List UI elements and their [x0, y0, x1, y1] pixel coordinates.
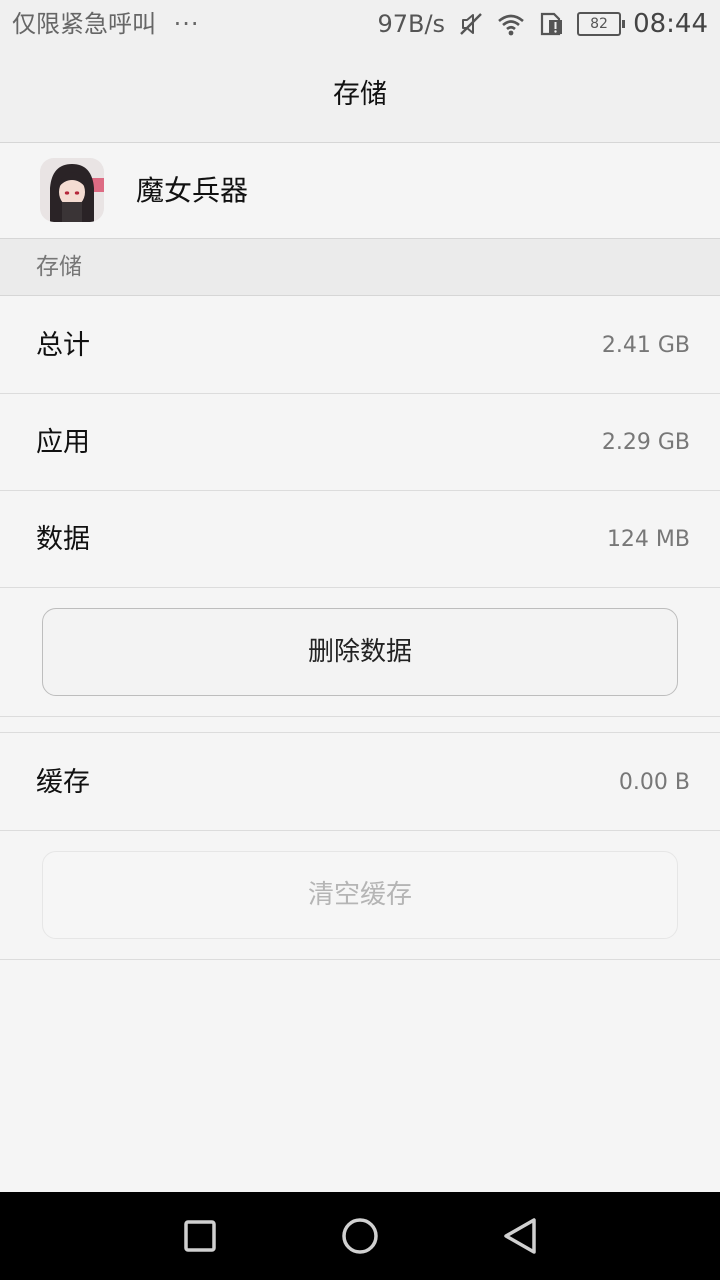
recents-icon[interactable] [176, 1212, 224, 1260]
more-notifications-icon: ··· [173, 10, 200, 38]
app-icon-art [40, 158, 104, 222]
back-icon[interactable] [496, 1212, 544, 1260]
row-value: 0.00 B [618, 770, 690, 795]
net-speed: 97B/s [377, 10, 446, 38]
delete-data-button[interactable]: 删除数据 [42, 608, 678, 696]
status-left: 仅限紧急呼叫 ··· [12, 8, 200, 40]
section-header-label: 存储 [36, 254, 82, 280]
battery-level: 82 [590, 16, 608, 32]
delete-data-area: 删除数据 [0, 588, 720, 717]
row-label: 总计 [36, 330, 90, 361]
app-name: 魔女兵器 [136, 174, 249, 207]
row-data: 数据 124 MB [0, 491, 720, 588]
app-icon [40, 158, 104, 222]
row-label: 缓存 [36, 767, 90, 798]
row-value: 124 MB [606, 527, 690, 552]
row-label: 应用 [36, 427, 90, 458]
row-value: 2.29 GB [601, 430, 690, 455]
sim-alert-icon [540, 12, 563, 36]
row-cache: 缓存 0.00 B [0, 734, 720, 831]
row-label: 数据 [36, 524, 90, 555]
clear-cache-button[interactable]: 清空缓存 [42, 851, 678, 939]
navigation-bar [0, 1192, 720, 1280]
row-value: 2.41 GB [601, 333, 690, 358]
clock: 08:44 [633, 9, 708, 39]
section-header-storage: 存储 [0, 239, 720, 296]
page-title: 存储 [0, 48, 720, 143]
storage-screen: 仅限紧急呼叫 ··· 97B/s 82 08:44 存储 魔女兵器 存储 总计 … [0, 0, 720, 1280]
row-total: 总计 2.41 GB [0, 297, 720, 394]
wifi-icon [498, 14, 524, 36]
row-app: 应用 2.29 GB [0, 394, 720, 491]
app-info-row: 魔女兵器 [0, 143, 720, 239]
status-bar: 仅限紧急呼叫 ··· 97B/s 82 08:44 [0, 0, 720, 48]
status-right: 97B/s 82 08:44 [377, 8, 708, 40]
battery-icon: 82 [577, 12, 626, 36]
clear-cache-area: 清空缓存 [0, 831, 720, 960]
divider [0, 717, 720, 733]
carrier-text: 仅限紧急呼叫 [12, 10, 156, 38]
home-icon[interactable] [336, 1212, 384, 1260]
mute-icon [460, 13, 482, 35]
